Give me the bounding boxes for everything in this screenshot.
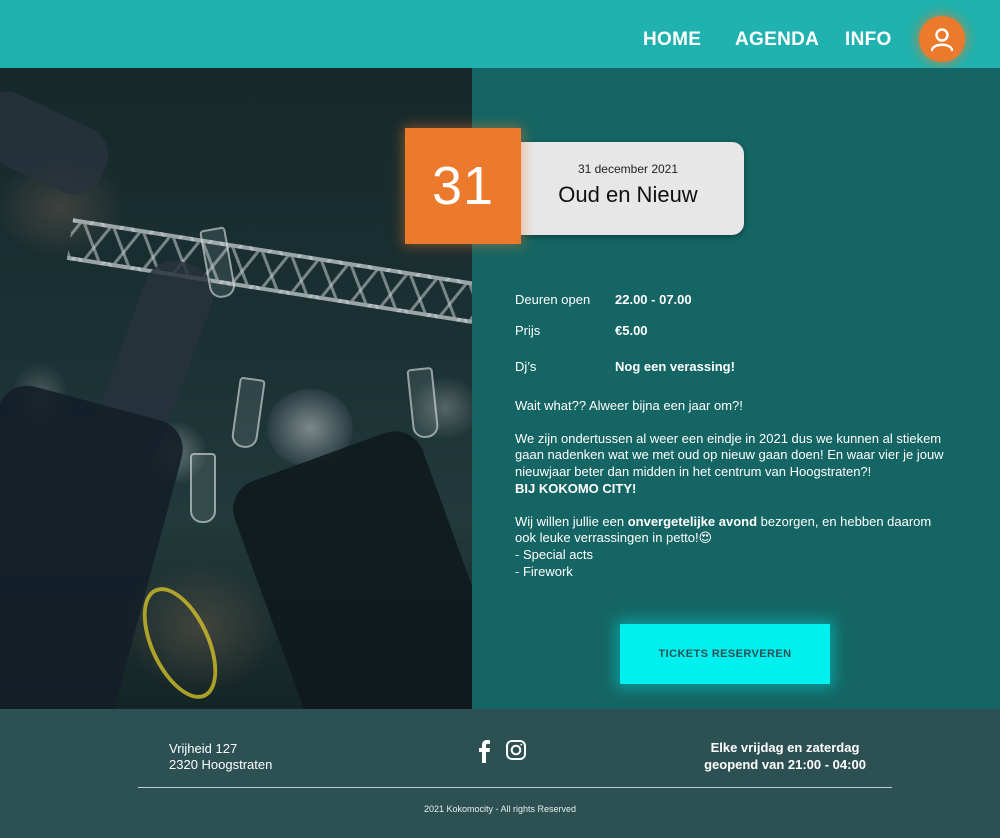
facebook-link[interactable] xyxy=(475,739,493,768)
social-links xyxy=(475,739,527,768)
description-paragraph: We zijn ondertussen al weer een eindje i… xyxy=(515,430,944,480)
detail-value-price: €5.00 xyxy=(615,323,648,338)
detail-label-price: Prijs xyxy=(515,323,541,338)
reserve-tickets-button[interactable]: TICKETS RESERVEREN xyxy=(620,624,830,684)
event-photo xyxy=(0,68,472,709)
site-header: HOME AGENDA INFO xyxy=(0,0,1000,68)
nav-info-link[interactable]: INFO xyxy=(845,29,892,51)
footer-opening-hours: Elke vrijdag en zaterdag geopend van 21:… xyxy=(690,739,880,773)
description-list-item: - Special acts xyxy=(515,546,594,562)
instagram-icon xyxy=(506,740,526,760)
user-icon xyxy=(930,28,954,52)
detail-label-djs: Dj’s xyxy=(515,359,537,374)
description-paragraph-2: Wij willen jullie een onvergetelijke avo… xyxy=(515,513,932,546)
address-street: Vrijheid 127 xyxy=(169,741,238,756)
event-title: Oud en Nieuw xyxy=(558,182,698,207)
event-day-number: 31 xyxy=(431,156,495,216)
footer-divider xyxy=(138,787,892,788)
detail-label-doors: Deuren open xyxy=(515,292,591,307)
description-intro: Wait what?? Alweer bijna een jaar om?! xyxy=(515,398,743,413)
hours-days: Elke vrijdag en zaterdag xyxy=(710,740,860,755)
nav-agenda-link[interactable]: AGENDA xyxy=(735,29,819,51)
description-list-item: - Firework xyxy=(515,563,573,579)
detail-value-doors: 22.00 - 07.00 xyxy=(615,292,692,307)
instagram-link[interactable] xyxy=(505,739,527,768)
facebook-icon xyxy=(479,740,490,763)
footer-address: Vrijheid 127 2320 Hoogstraten xyxy=(169,741,272,773)
event-title-card: 31 december 2021 Oud en Nieuw xyxy=(512,142,744,235)
detail-value-djs: Nog een verassing! xyxy=(615,359,735,374)
nav-home-link[interactable]: HOME xyxy=(643,29,701,51)
hours-times: geopend van 21:00 - 04:00 xyxy=(704,757,866,772)
event-description: Wait what?? Alweer bijna een jaar om?! W… xyxy=(515,398,950,580)
site-footer: Vrijheid 127 2320 Hoogstraten Elke vrijd… xyxy=(0,709,1000,838)
event-date: 31 december 2021 xyxy=(577,162,679,176)
copyright-text: 2021 Kokomocity - All rights Reserved xyxy=(423,804,577,814)
event-day-badge: 31 xyxy=(405,128,521,244)
address-city: 2320 Hoogstraten xyxy=(169,757,273,772)
description-highlight: BIJ KOKOMO CITY! xyxy=(515,480,637,496)
user-account-button[interactable] xyxy=(919,16,965,62)
